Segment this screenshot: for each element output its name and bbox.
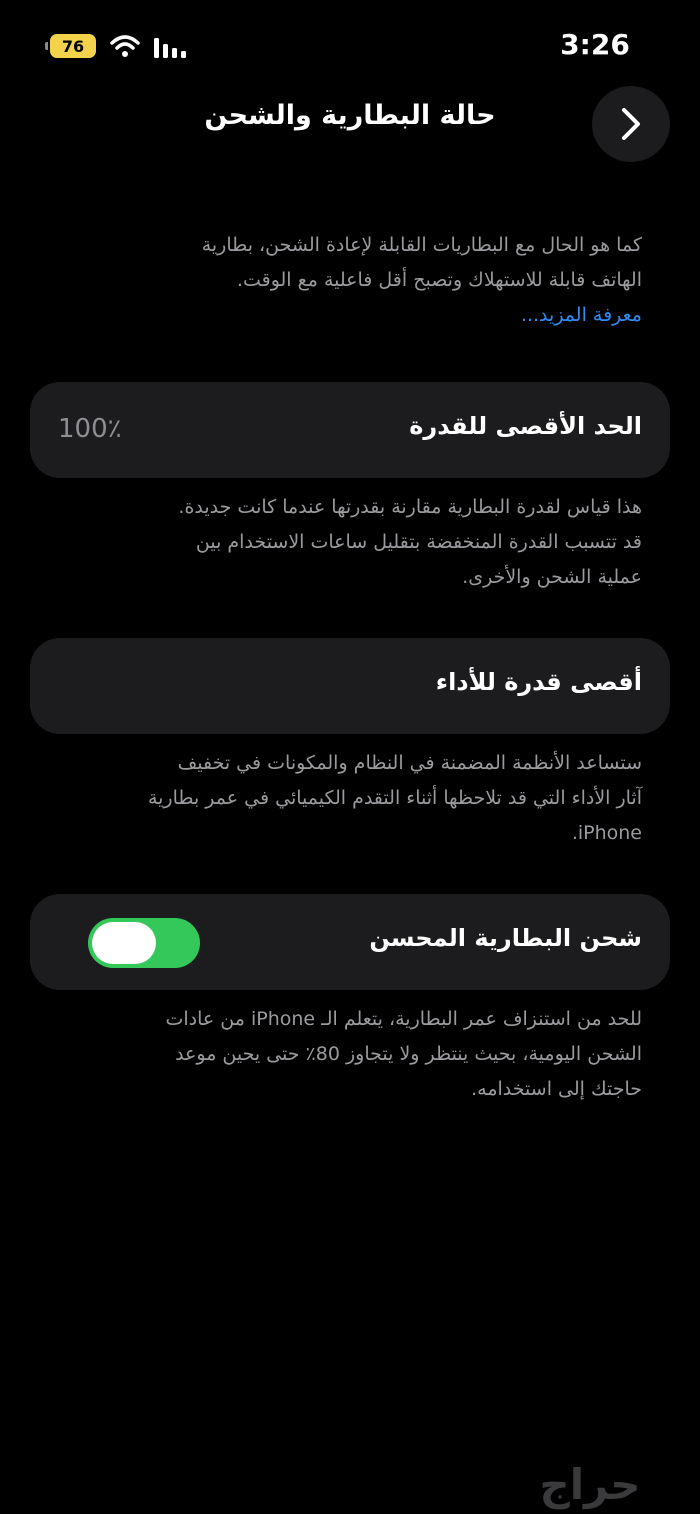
optimized-charging-toggle[interactable] bbox=[88, 918, 200, 968]
maximum-capacity-description: هذا قياس لقدرة البطارية مقارنة بقدرتها ع… bbox=[42, 490, 642, 595]
watermark-logo: حراج bbox=[539, 1460, 641, 1509]
optimized-charging-description: للحد من استنزاف عمر البطارية، يتعلم الـ … bbox=[42, 1002, 642, 1107]
maximum-capacity-desc-line-1: هذا قياس لقدرة البطارية مقارنة بقدرتها ع… bbox=[178, 496, 642, 518]
intro-line-1: كما هو الحال مع البطاريات القابلة لإعادة… bbox=[201, 234, 642, 256]
optimized-charging-label: شحن البطارية المحسن bbox=[369, 924, 642, 952]
peak-performance-desc-line-3: iPhone. bbox=[571, 822, 642, 844]
learn-more-link[interactable]: معرفة المزيد... bbox=[42, 298, 642, 333]
maximum-capacity-value: 100٪ bbox=[58, 414, 122, 444]
peak-performance-description: ستساعد الأنظمة المضمنة في النظام والمكون… bbox=[42, 746, 642, 851]
peak-performance-label: أقصى قدرة للأداء bbox=[435, 668, 642, 696]
peak-performance-desc-line-1: ستساعد الأنظمة المضمنة في النظام والمكون… bbox=[177, 752, 642, 774]
maximum-capacity-desc-line-3: عملية الشحن والأخرى. bbox=[462, 566, 642, 588]
optimized-charging-desc-line-3: حاجتك إلى استخدامه. bbox=[471, 1078, 642, 1100]
intro-description: كما هو الحال مع البطاريات القابلة لإعادة… bbox=[42, 228, 642, 333]
peak-performance-row[interactable]: أقصى قدرة للأداء bbox=[30, 638, 670, 734]
chevron-right-icon bbox=[622, 108, 640, 140]
optimized-charging-row: شحن البطارية المحسن bbox=[30, 894, 670, 990]
page-title: حالة البطارية والشحن bbox=[204, 100, 496, 131]
peak-performance-desc-line-2: آثار الأداء التي قد تلاحظها أثناء التقدم… bbox=[147, 787, 642, 809]
wifi-icon bbox=[110, 35, 140, 57]
status-bar: 76 3:26 bbox=[0, 0, 700, 80]
signal-icon bbox=[154, 38, 186, 58]
optimized-charging-desc-line-2: الشحن اليومية، بحيث ينتظر ولا يتجاوز 80٪… bbox=[175, 1043, 642, 1065]
optimized-charging-desc-line-1: للحد من استنزاف عمر البطارية، يتعلم الـ … bbox=[165, 1008, 642, 1030]
battery-level: 76 bbox=[61, 36, 85, 56]
clock: 3:26 bbox=[560, 28, 630, 61]
back-button[interactable] bbox=[592, 86, 670, 162]
maximum-capacity-desc-line-2: قد تتسبب القدرة المنخفضة بتقليل ساعات ال… bbox=[195, 531, 642, 553]
maximum-capacity-row: الحد الأقصى للقدرة 100٪ bbox=[30, 382, 670, 478]
toggle-knob bbox=[92, 922, 156, 964]
maximum-capacity-label: الحد الأقصى للقدرة bbox=[409, 412, 642, 440]
battery-icon: 76 bbox=[45, 34, 96, 58]
intro-line-2: الهاتف قابلة للاستهلاك وتصبح أقل فاعلية … bbox=[236, 269, 642, 291]
